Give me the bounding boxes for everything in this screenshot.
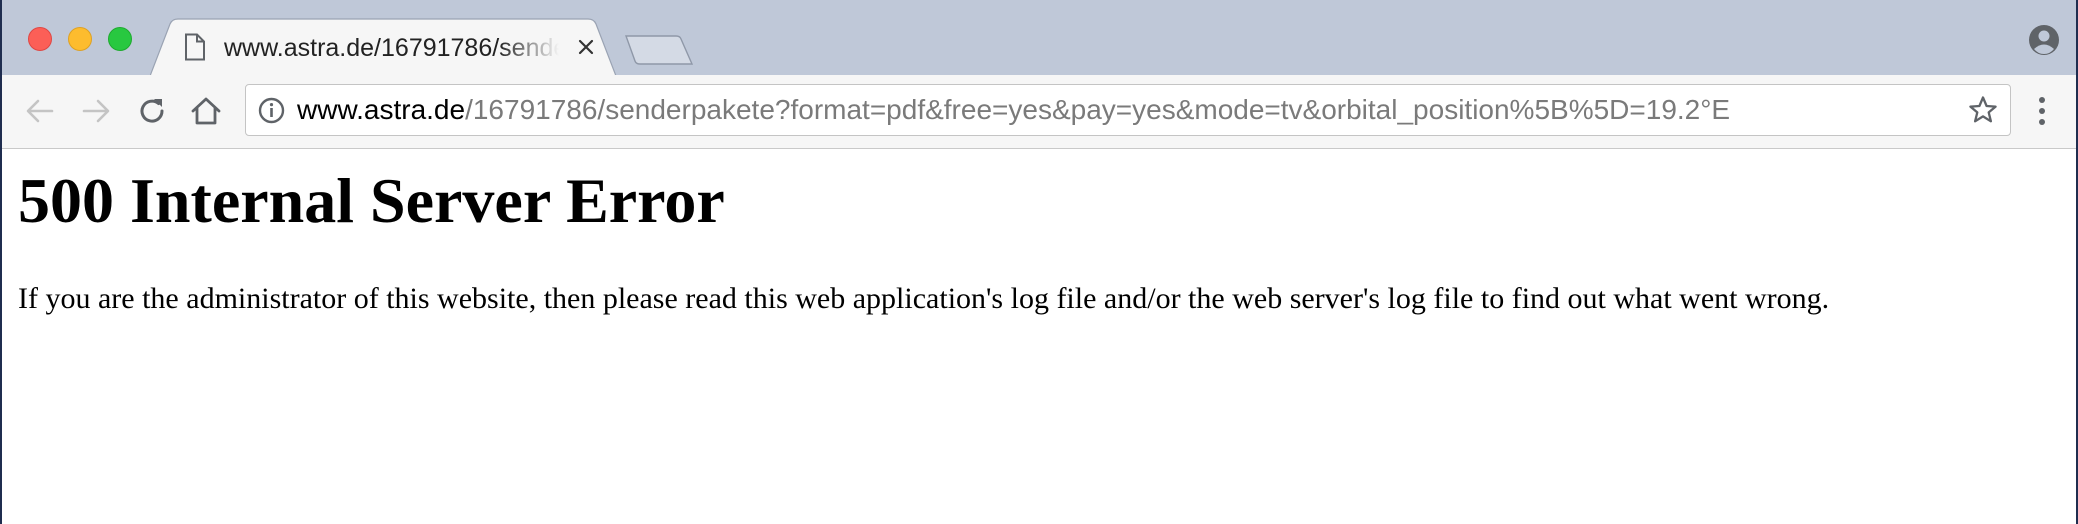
- browser-window: www.astra.de/16791786/senderpakete?forma…: [0, 0, 2078, 524]
- page-icon: [185, 33, 205, 61]
- url-text[interactable]: www.astra.de/16791786/senderpakete?forma…: [297, 85, 1730, 135]
- browser-toolbar: www.astra.de/16791786/senderpakete?forma…: [2, 75, 2076, 149]
- error-heading: 500 Internal Server Error: [18, 165, 725, 236]
- address-bar[interactable]: www.astra.de/16791786/senderpakete?forma…: [245, 84, 2011, 136]
- close-icon[interactable]: [577, 38, 595, 56]
- url-host: www.astra.de: [297, 94, 466, 125]
- active-tab[interactable]: www.astra.de/16791786/senderpakete?forma…: [150, 18, 622, 76]
- vertical-dots-menu-icon[interactable]: [2034, 93, 2050, 129]
- tab-strip: www.astra.de/16791786/senderpakete?forma…: [2, 0, 2076, 76]
- window-minimize-button[interactable]: [68, 27, 92, 51]
- error-message: If you are the administrator of this web…: [18, 282, 1830, 315]
- new-tab-button[interactable]: [624, 33, 694, 67]
- page-content: 500 Internal Server Error If you are the…: [2, 149, 2076, 524]
- url-path: /16791786/senderpakete?format=pdf&free=y…: [465, 94, 1731, 125]
- forward-arrow-icon[interactable]: [78, 93, 114, 129]
- info-icon[interactable]: [258, 97, 285, 124]
- tab-title: www.astra.de/16791786/senderpakete?forma…: [224, 34, 559, 62]
- home-icon[interactable]: [188, 93, 224, 129]
- window-maximize-button[interactable]: [108, 27, 132, 51]
- window-close-button[interactable]: [28, 27, 52, 51]
- back-arrow-icon[interactable]: [22, 93, 58, 129]
- profile-icon[interactable]: [2028, 24, 2060, 56]
- reload-icon[interactable]: [134, 93, 170, 129]
- star-icon[interactable]: [1968, 95, 1998, 125]
